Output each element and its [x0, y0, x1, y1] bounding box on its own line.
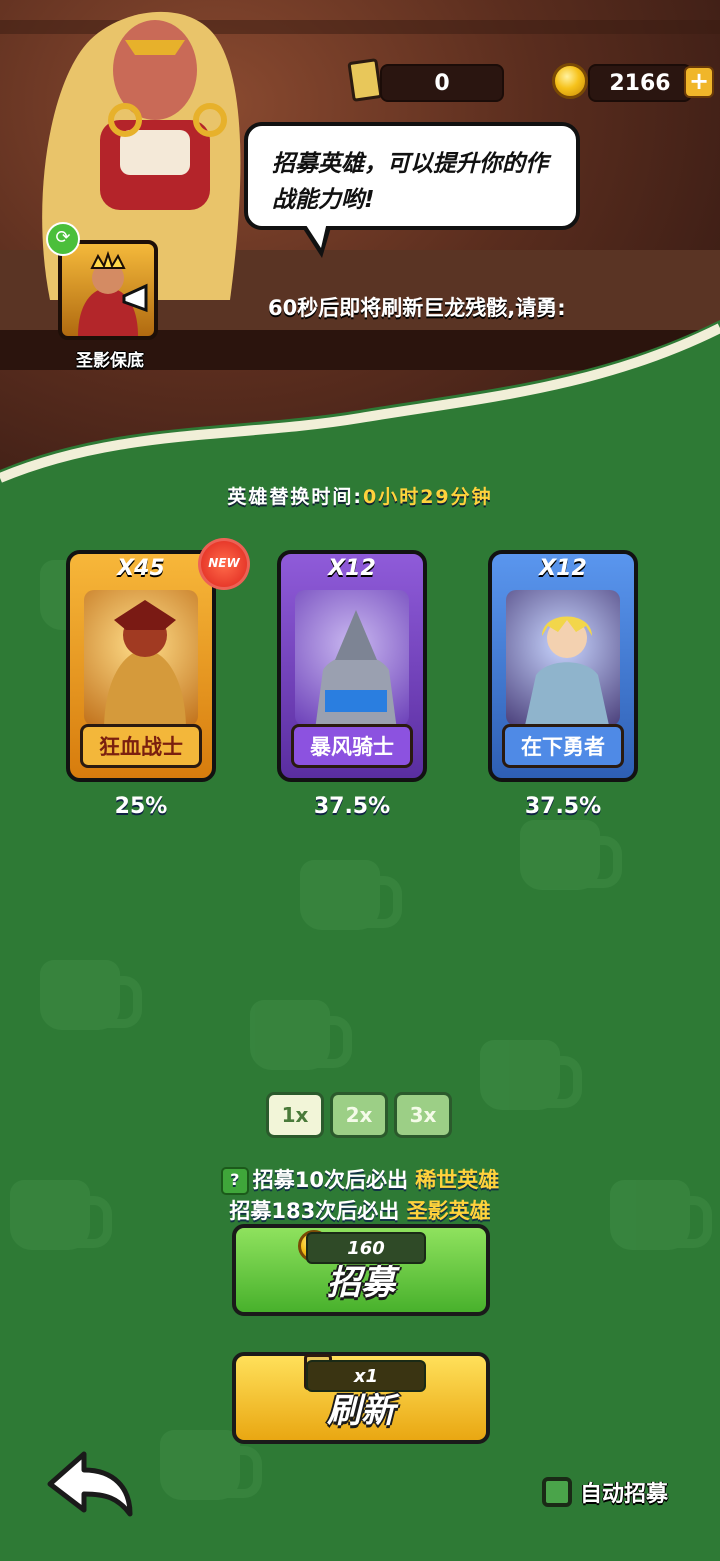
auto-recruit-checkbox[interactable]: [542, 1477, 572, 1507]
card-percent: 25%: [114, 794, 168, 819]
card-percent: 37.5%: [313, 794, 391, 819]
npc-speech-text: 招募英雄，可以提升你的作战能力哟!: [272, 151, 548, 213]
refresh-icon: ⟳: [46, 222, 80, 256]
card-percent: 37.5%: [524, 794, 602, 819]
hero-art-berserker: [84, 590, 198, 730]
hourglass-icon: [347, 58, 383, 102]
hero-swap-timer: 英雄替换时间:0小时29分钟: [0, 482, 720, 509]
tankard-pattern-icon: [520, 820, 622, 890]
back-arrow-icon[interactable]: [44, 1448, 134, 1520]
refresh-button[interactable]: x1 刷新: [232, 1352, 490, 1444]
card-name-text: 暴风骑士: [310, 735, 394, 759]
npc-speech-bubble: 招募英雄，可以提升你的作战能力哟!: [244, 122, 580, 230]
card-name-text: 在下勇者: [521, 735, 605, 759]
timer-prefix: 英雄替换时间:: [227, 486, 363, 508]
multiplier-3x-button[interactable]: 3x: [394, 1092, 452, 1138]
card-name: 暴风骑士: [291, 724, 413, 768]
hourglass-count: 0: [434, 70, 450, 96]
auto-recruit-toggle[interactable]: 自动招募: [542, 1476, 668, 1508]
multiplier-1x-button[interactable]: 1x: [266, 1092, 324, 1138]
tankard-pattern-icon: [160, 1430, 262, 1500]
hero-art-hero: [506, 590, 620, 730]
gold-counter: 2166: [588, 64, 692, 102]
hourglass-counter: 0: [380, 64, 504, 102]
tankard-pattern-icon: [480, 1040, 582, 1110]
tankard-pattern-icon: [250, 1000, 352, 1070]
pity-rare-prefix: 招募10次后必出: [252, 1168, 408, 1192]
new-badge: NEW: [198, 538, 250, 590]
auto-recruit-label: 自动招募: [580, 1482, 669, 1507]
tankard-pattern-icon: [300, 860, 402, 930]
hero-card-berserker[interactable]: X45 狂血战士: [66, 550, 216, 782]
card-name-text: 狂血战士: [99, 735, 183, 759]
refresh-label: 刷新: [327, 1391, 395, 1431]
pity-legend-highlight: 圣影英雄: [406, 1199, 491, 1223]
gold-coin-icon: [552, 63, 588, 99]
card-name: 狂血战士: [80, 724, 202, 768]
recruit-button[interactable]: 160 招募: [232, 1224, 490, 1316]
card-name: 在下勇者: [502, 724, 624, 768]
hero-art-storm-knight: [295, 590, 409, 730]
help-icon[interactable]: ?: [220, 1167, 249, 1195]
hero-card-hero[interactable]: X12 在下勇者: [488, 550, 638, 782]
card-multiplier: X12: [328, 556, 376, 581]
gold-count: 2166: [609, 70, 671, 96]
pity-line-rare: ? 招募10次后必出 稀世英雄: [0, 1164, 720, 1195]
pity-rare-highlight: 稀世英雄: [415, 1168, 500, 1192]
multiplier-2x-button[interactable]: 2x: [330, 1092, 388, 1138]
hero-portrait-icon: [78, 250, 148, 336]
speech-tail-inner: [304, 222, 327, 248]
guarantee-button[interactable]: [58, 240, 158, 340]
hero-card-storm-knight[interactable]: X12 暴风骑士: [277, 550, 427, 782]
card-multiplier: X45: [117, 556, 165, 581]
timer-value: 0小时29分钟: [362, 486, 493, 508]
announcement-ticker: 60秒后即将刷新巨龙残骸,请勇:: [268, 296, 566, 320]
guarantee-label: 圣影保底: [76, 351, 144, 371]
add-gold-button[interactable]: +: [684, 66, 714, 98]
pity-line-legend: 招募183次后必出 圣影英雄: [0, 1195, 720, 1225]
plus-icon: +: [688, 67, 710, 95]
card-multiplier: X12: [539, 556, 587, 581]
recruit-label: 招募: [327, 1263, 395, 1303]
tankard-pattern-icon: [40, 960, 142, 1030]
pity-legend-prefix: 招募183次后必出: [229, 1199, 400, 1223]
